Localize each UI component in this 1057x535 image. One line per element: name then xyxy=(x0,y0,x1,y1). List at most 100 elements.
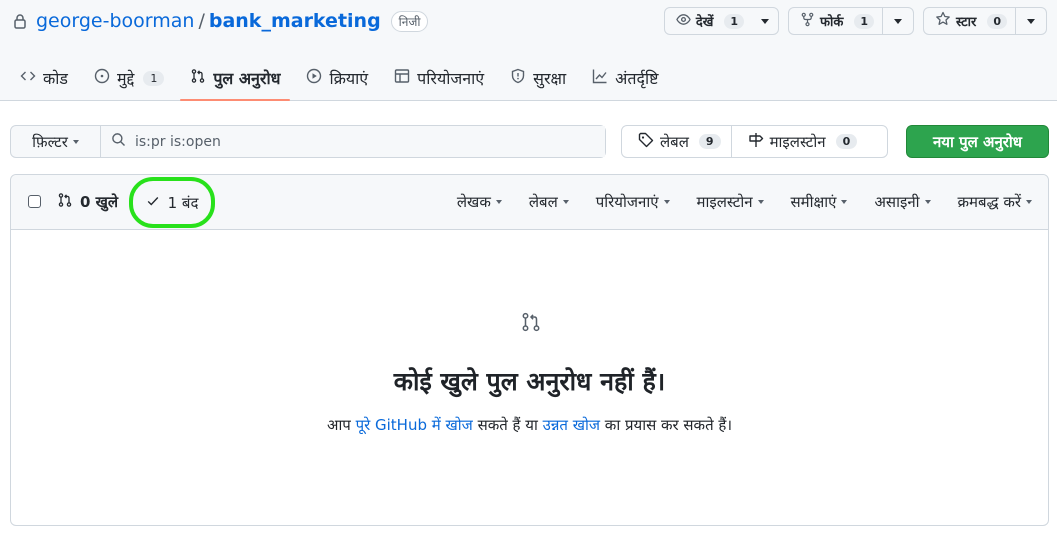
labels-label: लेबल xyxy=(660,132,689,151)
filter-search-input[interactable] xyxy=(135,133,555,150)
desc-text: सकते हैं या xyxy=(477,416,538,434)
repo-nav-tabs: कोड मुद्दे 1 पुल अनुरोध क्रियाएं परियोजन… xyxy=(10,56,674,101)
tab-insights[interactable]: अंतर्दृष्टि xyxy=(582,56,668,100)
assignee-filter[interactable]: असाइनी xyxy=(874,192,931,212)
closed-filter-link[interactable]: 1 बंद xyxy=(129,177,215,228)
eye-icon xyxy=(676,12,691,31)
advanced-search-link[interactable]: उन्नत खोज xyxy=(543,416,600,434)
sort-label: समीक्षाएं xyxy=(790,193,837,211)
table-icon xyxy=(394,68,410,88)
pull-request-list: 0 खुले 1 बंद लेखक लेबल परियोजनाएं माइलस्… xyxy=(10,174,1049,526)
visibility-badge: निजी xyxy=(390,10,429,32)
tab-label: कोड xyxy=(43,69,68,88)
filter-search xyxy=(101,126,605,157)
filter-dropdown-button[interactable]: फ़िल्टर xyxy=(11,126,101,157)
check-icon xyxy=(146,194,160,212)
reviews-filter[interactable]: समीक्षाएं xyxy=(791,192,848,212)
sort-dropdown[interactable]: क्रमबद्ध करें xyxy=(958,192,1032,212)
sort-label: लेखक xyxy=(456,193,491,211)
tab-code[interactable]: कोड xyxy=(10,56,78,100)
repo-header: george-boorman / bank_marketing निजी देख… xyxy=(0,0,1057,101)
fork-button[interactable]: फोर्क 1 xyxy=(789,8,882,34)
milestones-link[interactable]: माइलस्टोन 0 xyxy=(730,126,868,157)
tab-issues[interactable]: मुद्दे 1 xyxy=(84,56,174,100)
milestones-count: 0 xyxy=(835,134,858,149)
watch-dropdown-button[interactable] xyxy=(752,8,778,34)
blank-state-title: कोई खुले पुल अनुरोध नहीं हैं। xyxy=(393,367,666,396)
chevron-down-icon xyxy=(894,18,903,24)
repo-name-link[interactable]: bank_marketing xyxy=(209,10,381,32)
pull-request-icon xyxy=(57,192,73,212)
milestones-label: माइलस्टोन xyxy=(769,132,826,151)
chevron-down-icon xyxy=(757,200,764,204)
tab-security[interactable]: सुरक्षा xyxy=(500,56,576,100)
repo-title: george-boorman / bank_marketing निजी xyxy=(12,8,429,34)
pull-request-icon xyxy=(520,311,542,337)
blank-state-description: आप पूरे GitHub में खोज सकते हैं या उन्नत… xyxy=(11,415,1048,435)
tab-projects[interactable]: परियोजनाएं xyxy=(384,56,494,100)
star-dropdown-button[interactable] xyxy=(1015,8,1046,34)
chevron-down-icon xyxy=(761,18,770,24)
list-header: 0 खुले 1 बंद लेखक लेबल परियोजनाएं माइलस्… xyxy=(11,175,1048,230)
search-all-github-link[interactable]: पूरे GitHub में खोज xyxy=(356,416,473,434)
graph-icon xyxy=(592,68,608,88)
watch-button-group: देखें 1 xyxy=(663,7,780,35)
issue-icon xyxy=(94,68,110,88)
tab-actions[interactable]: क्रियाएं xyxy=(296,56,378,100)
select-all-checkbox[interactable] xyxy=(28,195,41,208)
star-count: 0 xyxy=(987,13,1007,29)
tab-pull-requests[interactable]: पुल अनुरोध xyxy=(180,56,291,101)
sort-label: परियोजनाएं xyxy=(595,193,659,211)
sort-label: लेबल xyxy=(528,193,558,211)
chevron-down-icon xyxy=(495,200,502,204)
open-filter-link[interactable]: 0 खुले xyxy=(57,192,118,212)
fork-dropdown-button[interactable] xyxy=(882,8,913,34)
issues-count: 1 xyxy=(143,70,165,86)
repo-actions: देखें 1 फोर्क 1 स्टार 0 xyxy=(663,7,1047,35)
play-icon xyxy=(306,68,322,88)
tab-label: सुरक्षा xyxy=(533,69,567,88)
watch-button[interactable]: देखें 1 xyxy=(665,8,752,34)
tab-label: अंतर्दृष्टि xyxy=(615,69,659,88)
lock-icon xyxy=(12,13,28,29)
star-label: स्टार xyxy=(956,15,977,30)
blank-state: कोई खुले पुल अनुरोध नहीं हैं। आप पूरे Gi… xyxy=(11,231,1048,525)
author-filter[interactable]: लेखक xyxy=(457,192,502,212)
projects-filter[interactable]: परियोजनाएं xyxy=(596,192,670,212)
closed-count-label: 1 बंद xyxy=(167,193,199,212)
fork-icon xyxy=(800,12,815,31)
tab-label: पुल अनुरोध xyxy=(213,69,281,88)
fork-label: फोर्क xyxy=(820,15,844,30)
chevron-down-icon xyxy=(562,200,569,204)
milestone-icon xyxy=(748,132,764,152)
repo-separator: / xyxy=(198,10,205,32)
chevron-down-icon xyxy=(1026,200,1032,204)
repo-owner-link[interactable]: george-boorman xyxy=(36,10,194,32)
open-count-label: 0 खुले xyxy=(80,193,119,211)
fork-button-group: फोर्क 1 xyxy=(788,7,915,35)
chevron-down-icon xyxy=(1027,18,1035,24)
chevron-down-icon xyxy=(924,200,931,204)
fork-count: 1 xyxy=(854,13,875,29)
tab-label: मुद्दे xyxy=(117,69,135,88)
labels-link[interactable]: लेबल 9 xyxy=(622,126,731,157)
watch-label: देखें xyxy=(695,15,714,30)
watch-count: 1 xyxy=(724,13,745,29)
shield-icon xyxy=(510,68,526,88)
sort-label: माइलस्टोन xyxy=(696,193,753,211)
label-filter[interactable]: लेबल xyxy=(529,192,569,212)
chevron-down-icon xyxy=(72,139,79,144)
pull-request-icon xyxy=(190,68,206,88)
milestone-filter[interactable]: माइलस्टोन xyxy=(697,192,764,212)
list-sort-filters: लेखक लेबल परियोजनाएं माइलस्टोन समीक्षाएं… xyxy=(457,192,1032,212)
sort-label: क्रमबद्ध करें xyxy=(957,193,1021,211)
tag-icon xyxy=(638,132,654,152)
filter-bar: फ़िल्टर xyxy=(10,125,606,158)
chevron-down-icon xyxy=(663,200,670,204)
desc-text: आप xyxy=(326,416,351,434)
tab-label: क्रियाएं xyxy=(329,69,369,88)
chevron-down-icon xyxy=(841,200,848,204)
code-icon xyxy=(20,68,36,88)
new-pull-request-button[interactable]: नया पुल अनुरोध xyxy=(906,125,1049,158)
star-button[interactable]: स्टार 0 xyxy=(924,8,1015,34)
